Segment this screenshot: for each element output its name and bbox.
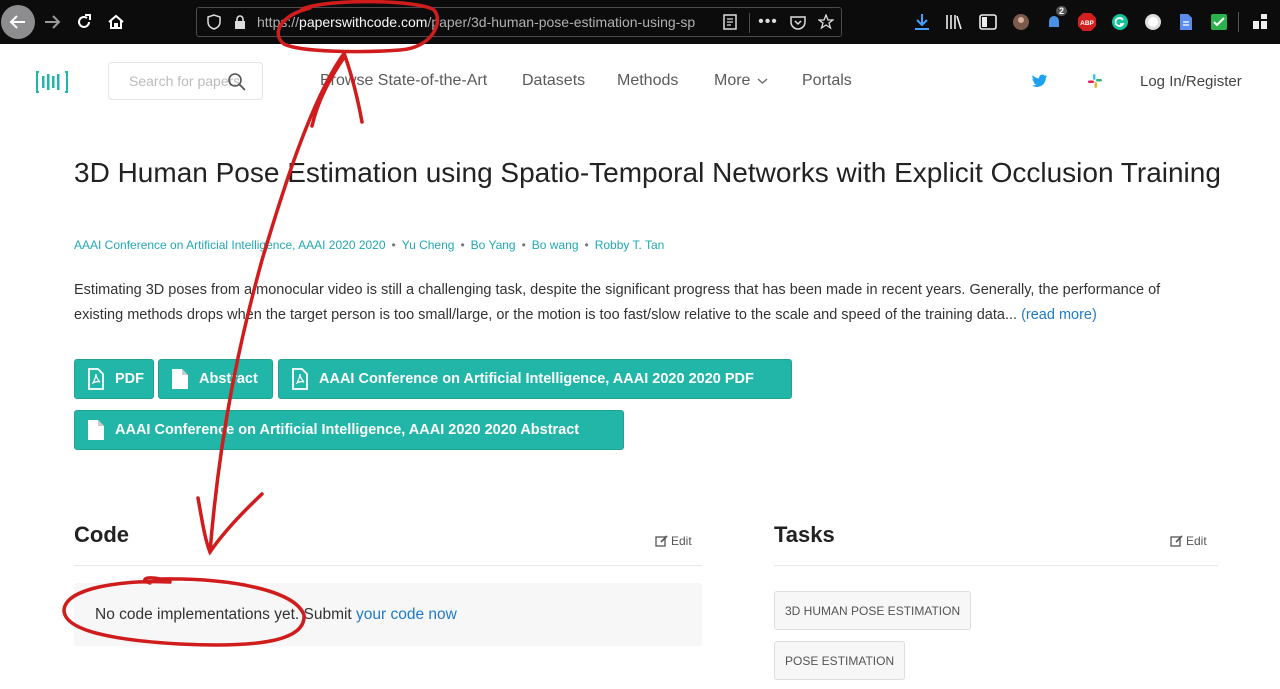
edit-icon [1170, 535, 1183, 547]
nav-more-dropdown[interactable]: More [714, 72, 768, 90]
arrow-right-icon [45, 15, 61, 29]
home-icon [108, 14, 124, 29]
task-badge[interactable]: 3D HUMAN POSE ESTIMATION [774, 591, 972, 630]
adblock-plus-icon[interactable]: ABP [1077, 12, 1097, 32]
shield-icon[interactable] [205, 13, 223, 31]
author-link[interactable]: Bo wang [532, 238, 579, 252]
url-bar[interactable]: https://paperswithcode.com/paper/3d-huma… [196, 7, 842, 37]
conference-link[interactable]: AAAI Conference on Artificial Intelligen… [74, 238, 386, 252]
record-extension-icon[interactable] [1143, 12, 1163, 32]
bookmark-star-icon[interactable] [817, 13, 835, 31]
sidebar-icon[interactable] [978, 12, 998, 32]
code-divider [74, 565, 702, 566]
site-header: Browse State-of-the-Art Datasets Methods… [0, 44, 1280, 120]
nav-methods[interactable]: Methods [617, 72, 678, 90]
notification-extension-icon[interactable]: 2 [1044, 6, 1068, 32]
browser-toolbar: https://paperswithcode.com/paper/3d-huma… [0, 0, 1280, 44]
annotation-arrowhead-bottom [196, 492, 264, 556]
reload-button[interactable] [68, 6, 100, 38]
downloads-icon[interactable] [912, 12, 932, 32]
document-extension-icon[interactable] [1176, 12, 1196, 32]
reload-icon [78, 14, 91, 28]
conference-abstract-button[interactable]: AAAI Conference on Artificial Intelligen… [74, 410, 624, 450]
author-link[interactable]: Bo Yang [471, 238, 516, 252]
page-actions-icon[interactable]: ••• [758, 13, 777, 31]
search-icon[interactable] [227, 72, 247, 92]
read-more-link[interactable]: (read more) [1021, 307, 1097, 323]
edit-icon [655, 535, 668, 547]
submit-code-link[interactable]: your code now [356, 606, 457, 623]
back-button[interactable] [1, 5, 35, 39]
profile-avatar-icon[interactable] [1011, 12, 1031, 32]
svg-text:ABP: ABP [1080, 20, 1094, 27]
extensions-menu-icon[interactable] [1250, 12, 1270, 32]
twitter-icon[interactable] [1032, 74, 1048, 93]
grammarly-icon[interactable] [1110, 12, 1130, 32]
tasks-divider [774, 565, 1218, 566]
slack-icon[interactable] [1087, 73, 1103, 94]
no-code-message: No code implementations yet. Submit your… [95, 606, 457, 623]
author-link[interactable]: Robby T. Tan [595, 238, 665, 252]
tasks-edit-link[interactable]: Edit [1170, 534, 1207, 548]
pdf-button[interactable]: PDF [74, 359, 154, 399]
search-input[interactable] [129, 63, 239, 99]
reader-view-icon[interactable] [721, 13, 739, 31]
paper-title: 3D Human Pose Estimation using Spatio-Te… [74, 157, 1221, 188]
arrow-left-icon [9, 15, 25, 29]
paper-abstract: Estimating 3D poses from a monocular vid… [74, 282, 1161, 323]
notification-badge: 2 [1056, 6, 1068, 16]
code-section-title: Code [74, 522, 129, 547]
abstract-button[interactable]: Abstract [158, 359, 273, 399]
pocket-icon[interactable] [789, 13, 807, 31]
nav-portals[interactable]: Portals [802, 72, 852, 90]
paperswithcode-logo-icon[interactable] [36, 70, 68, 94]
tasks-section-title: Tasks [774, 522, 835, 547]
paper-meta: AAAI Conference on Artificial Intelligen… [74, 238, 665, 252]
code-implementations-box: No code implementations yet. Submit your… [74, 583, 702, 646]
file-icon [172, 369, 188, 389]
lock-icon[interactable] [231, 13, 249, 31]
forward-button[interactable] [36, 6, 68, 38]
url-text[interactable]: https://paperswithcode.com/paper/3d-huma… [257, 14, 717, 30]
home-button[interactable] [100, 6, 132, 38]
chevron-down-icon [757, 78, 768, 84]
pdf-file-icon [88, 368, 104, 390]
author-link[interactable]: Yu Cheng [402, 238, 455, 252]
nav-datasets[interactable]: Datasets [522, 72, 585, 90]
search-box[interactable] [108, 62, 263, 100]
file-icon [88, 420, 104, 440]
task-badge[interactable]: POSE ESTIMATION [774, 641, 906, 680]
nav-browse-sota[interactable]: Browse State-of-the-Art [320, 72, 487, 90]
login-register-link[interactable]: Log In/Register [1140, 73, 1242, 90]
library-icon[interactable] [944, 12, 964, 32]
conference-pdf-button[interactable]: AAAI Conference on Artificial Intelligen… [278, 359, 792, 399]
pdf-file-icon [292, 368, 308, 390]
code-edit-link[interactable]: Edit [655, 534, 692, 548]
checkbox-extension-icon[interactable] [1209, 12, 1229, 32]
